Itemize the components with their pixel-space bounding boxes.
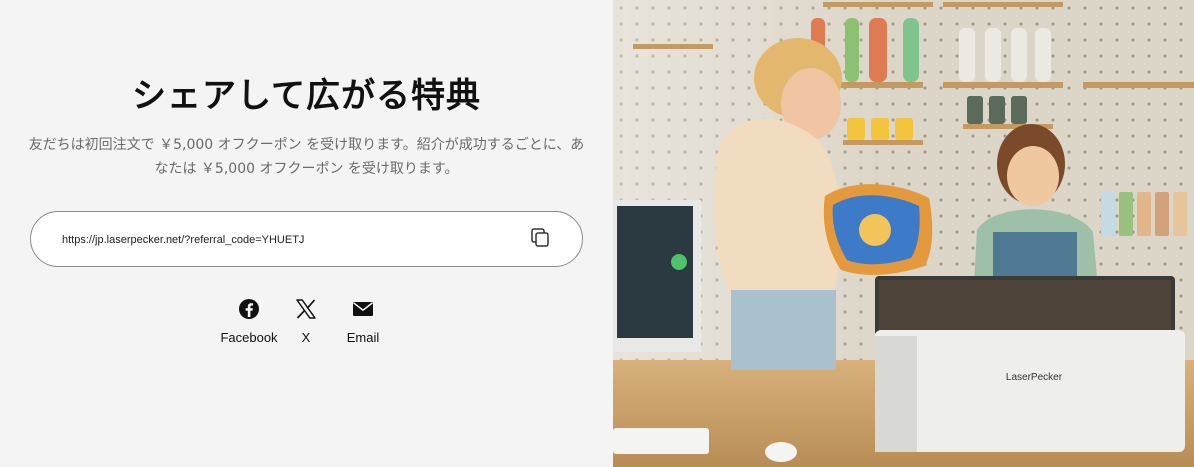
share-buttons: Facebook X Email — [0, 296, 613, 356]
device-brand-label: LaserPecker — [1006, 372, 1063, 383]
x-icon — [296, 299, 316, 319]
referral-link-text[interactable]: https://jp.laserpecker.net/?referral_cod… — [62, 212, 304, 268]
copy-link-button[interactable] — [528, 226, 552, 250]
facebook-icon — [239, 299, 259, 319]
referral-link-field[interactable]: https://jp.laserpecker.net/?referral_cod… — [30, 211, 583, 267]
workshop-photo: LaserPecker — [613, 0, 1194, 467]
share-email-button[interactable]: Email — [323, 296, 403, 345]
copy-icon — [531, 228, 549, 247]
share-panel: シェアして広がる特典 友だちは初回注文で ￥5,000 オフクーポン を受け取り… — [0, 0, 613, 467]
reward-description: 友だちは初回注文で ￥5,000 オフクーポン を受け取ります。紹介が成功するご… — [24, 133, 589, 181]
hero-photo: LaserPecker — [613, 0, 1194, 467]
referral-share-section: シェアして広がる特典 友だちは初回注文で ￥5,000 オフクーポン を受け取り… — [0, 0, 1194, 467]
email-icon — [353, 302, 373, 316]
description-line: なたは ￥5,000 オフクーポン を受け取ります。 — [154, 161, 459, 177]
description-line: 友だちは初回注文で ￥5,000 オフクーポン を受け取ります。紹介が成功するご… — [28, 137, 585, 153]
page-title: シェアして広がる特典 — [132, 76, 481, 116]
share-label: Email — [346, 330, 380, 345]
